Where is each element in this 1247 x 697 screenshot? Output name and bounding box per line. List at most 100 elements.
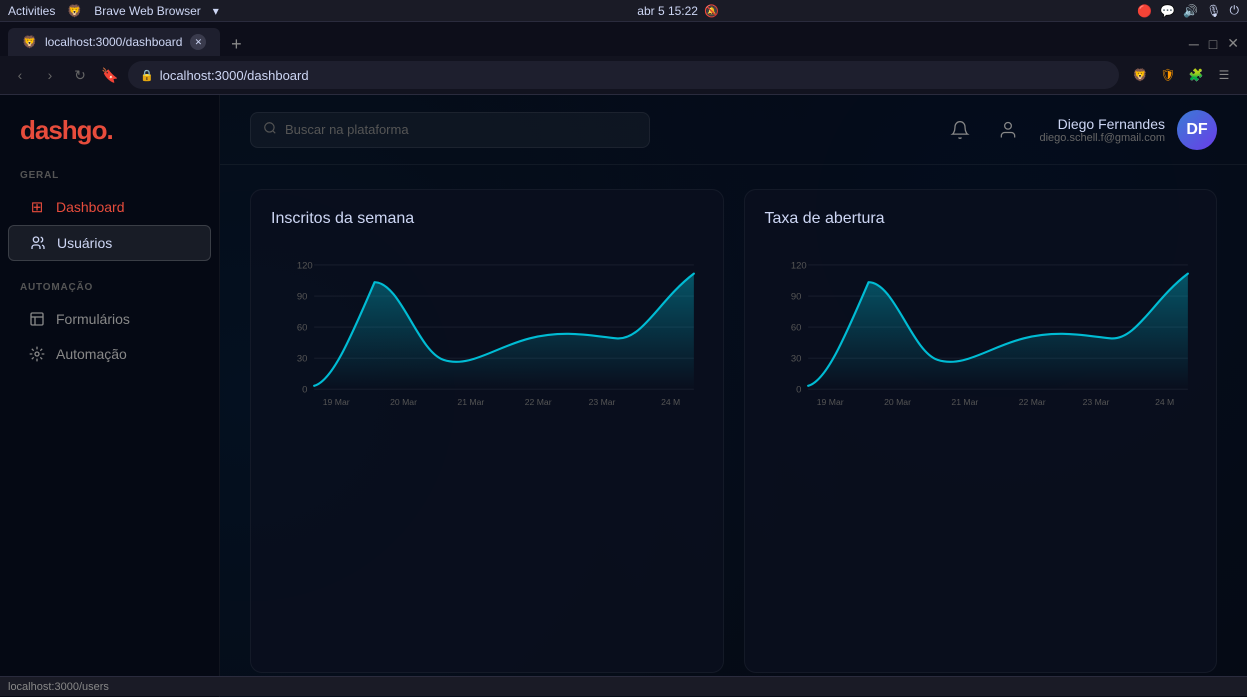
activities-label[interactable]: Activities: [8, 4, 55, 18]
url-text: localhost:3000/dashboard: [160, 68, 309, 83]
power-icon[interactable]: ⏻: [1229, 3, 1239, 18]
svg-text:120: 120: [297, 260, 313, 271]
search-bar[interactable]: Buscar na plataforma: [250, 112, 650, 148]
main-area: Buscar na plataforma Diego Fernandes: [220, 95, 1247, 697]
chart-inscritos-area: 120 90 60 30 0: [271, 244, 703, 424]
main-header: Buscar na plataforma Diego Fernandes: [220, 95, 1247, 165]
sidebar-item-usuarios[interactable]: Usuários: [8, 225, 211, 261]
extensions-icon[interactable]: 🧩: [1185, 64, 1207, 86]
sidebar-item-dashboard-label: Dashboard: [56, 199, 125, 215]
browser-icon: 🦁: [67, 4, 82, 18]
back-button[interactable]: ‹: [8, 63, 32, 87]
tab-title: localhost:3000/dashboard: [45, 35, 182, 49]
svg-text:20 Mar: 20 Mar: [884, 397, 911, 407]
user-text: Diego Fernandes diego.schell.f@gmail.com: [1040, 116, 1166, 144]
os-bar: Activities 🦁 Brave Web Browser ▾ abr 5 1…: [0, 0, 1247, 22]
svg-text:24 M: 24 M: [661, 397, 680, 407]
chart-abertura: Taxa de abertura 120 90 60 30 0: [744, 189, 1218, 673]
status-url: localhost:3000/users: [8, 681, 109, 693]
svg-text:19 Mar: 19 Mar: [816, 397, 843, 407]
brave-shield-icon[interactable]: 🛡: [1157, 64, 1179, 86]
tab-bar: 🦁 localhost:3000/dashboard ✕ + ─ □ ✕: [0, 22, 1247, 56]
user-email: diego.schell.f@gmail.com: [1040, 132, 1166, 144]
svg-text:23 Mar: 23 Mar: [1082, 397, 1109, 407]
brave-rewards-icon[interactable]: 🦁: [1129, 64, 1151, 86]
sidebar-item-dashboard[interactable]: ⊞ Dashboard: [8, 190, 211, 224]
svg-text:30: 30: [297, 354, 308, 365]
browser-tab-active[interactable]: 🦁 localhost:3000/dashboard ✕: [8, 28, 220, 56]
tray-icon-4[interactable]: 🎙: [1206, 4, 1221, 18]
svg-text:30: 30: [790, 354, 801, 365]
users-icon: [29, 234, 47, 252]
datetime-label: abr 5 15:22: [637, 4, 698, 18]
sidebar-section-automacao: AUTOMAÇÃO Formulários Automação: [0, 282, 219, 372]
forward-button[interactable]: ›: [38, 63, 62, 87]
svg-text:0: 0: [302, 385, 307, 396]
sidebar-item-automacao[interactable]: Automação: [8, 337, 211, 371]
header-actions: Diego Fernandes diego.schell.f@gmail.com…: [944, 110, 1218, 150]
user-button[interactable]: [992, 114, 1024, 146]
svg-text:0: 0: [796, 385, 801, 396]
url-input[interactable]: 🔒 localhost:3000/dashboard: [128, 61, 1119, 89]
user-info: Diego Fernandes diego.schell.f@gmail.com…: [1040, 110, 1218, 150]
svg-text:60: 60: [790, 323, 801, 334]
sidebar-item-formularios-label: Formulários: [56, 311, 130, 327]
search-placeholder: Buscar na plataforma: [285, 122, 409, 137]
reload-button[interactable]: ↻: [68, 63, 92, 87]
app-logo: dashgo.: [0, 115, 219, 170]
chart-inscritos: Inscritos da semana 120 90 60 30 0: [250, 189, 724, 673]
sidebar-item-automacao-label: Automação: [56, 346, 127, 362]
no-notify-icon: 🔕: [704, 4, 719, 18]
svg-text:21 Mar: 21 Mar: [457, 397, 484, 407]
secure-icon: 🔒: [140, 69, 154, 82]
svg-text:90: 90: [297, 291, 308, 302]
dashboard-icon: ⊞: [28, 198, 46, 216]
svg-text:22 Mar: 22 Mar: [525, 397, 552, 407]
user-name: Diego Fernandes: [1040, 116, 1166, 132]
svg-text:120: 120: [790, 260, 806, 271]
minimize-button[interactable]: ─: [1189, 36, 1199, 52]
sidebar-item-usuarios-label: Usuários: [57, 235, 112, 251]
chart-abertura-area: 120 90 60 30 0: [765, 244, 1197, 424]
browser-extensions: 🦁 🛡 🧩 ☰: [1125, 64, 1239, 86]
logo-dot: .: [106, 115, 112, 145]
status-bar: localhost:3000/users: [0, 676, 1247, 696]
main-content: Inscritos da semana 120 90 60 30 0: [220, 165, 1247, 697]
close-button[interactable]: ✕: [1227, 35, 1239, 52]
browser-chrome: 🦁 localhost:3000/dashboard ✕ + ─ □ ✕ ‹ ›…: [0, 22, 1247, 95]
tray-icon-1[interactable]: 🔴: [1137, 4, 1152, 18]
browser-name-label[interactable]: Brave Web Browser: [94, 4, 200, 18]
sidebar: dashgo. GERAL ⊞ Dashboard Usuários AUTOM…: [0, 95, 220, 697]
svg-text:60: 60: [297, 323, 308, 334]
logo-text: dashgo: [20, 115, 106, 145]
svg-text:20 Mar: 20 Mar: [390, 397, 417, 407]
svg-text:24 M: 24 M: [1155, 397, 1174, 407]
app-container: dashgo. GERAL ⊞ Dashboard Usuários AUTOM…: [0, 95, 1247, 697]
bookmark-button[interactable]: 🔖: [98, 63, 122, 87]
browser-menu-chevron[interactable]: ▾: [213, 4, 219, 18]
user-avatar[interactable]: DF: [1177, 110, 1217, 150]
section-label-geral: GERAL: [0, 170, 219, 189]
svg-text:23 Mar: 23 Mar: [589, 397, 616, 407]
svg-text:21 Mar: 21 Mar: [951, 397, 978, 407]
sidebar-item-formularios[interactable]: Formulários: [8, 302, 211, 336]
chart-abertura-title: Taxa de abertura: [765, 210, 1197, 228]
menu-icon[interactable]: ☰: [1213, 64, 1235, 86]
tab-close-button[interactable]: ✕: [190, 34, 206, 50]
maximize-button[interactable]: □: [1209, 36, 1217, 52]
address-bar: ‹ › ↻ 🔖 🔒 localhost:3000/dashboard 🦁 🛡 🧩…: [0, 56, 1247, 94]
chart-inscritos-svg: 120 90 60 30 0: [271, 244, 703, 424]
sidebar-section-geral: GERAL ⊞ Dashboard Usuários: [0, 170, 219, 262]
tray-icon-3[interactable]: 🔊: [1183, 4, 1198, 18]
automation-icon: [28, 345, 46, 363]
chart-abertura-svg: 120 90 60 30 0: [765, 244, 1197, 424]
tray-icon-2[interactable]: 💬: [1160, 4, 1175, 18]
notifications-button[interactable]: [944, 114, 976, 146]
new-tab-button[interactable]: +: [224, 32, 248, 56]
search-icon: [263, 121, 277, 138]
tab-favicon: 🦁: [22, 35, 37, 49]
avatar-initials: DF: [1186, 121, 1207, 139]
svg-text:22 Mar: 22 Mar: [1018, 397, 1045, 407]
svg-text:19 Mar: 19 Mar: [323, 397, 350, 407]
window-controls: ─ □ ✕: [1189, 35, 1239, 56]
